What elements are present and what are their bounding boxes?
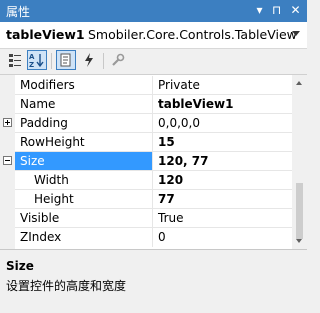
expand-icon[interactable] bbox=[3, 118, 12, 127]
description-pane: Size 设置控件的高度和宽度 bbox=[0, 249, 307, 313]
property-row-rowheight[interactable]: RowHeight 15 bbox=[0, 133, 292, 152]
vertical-scrollbar[interactable] bbox=[292, 75, 307, 249]
property-value[interactable]: 15 bbox=[158, 135, 175, 149]
object-selector[interactable]: tableView1 Smobiler.Core.Controls.TableV… bbox=[0, 22, 307, 49]
property-name: Visible bbox=[20, 211, 60, 225]
property-value[interactable]: 0 bbox=[158, 230, 166, 244]
property-value[interactable]: Private bbox=[158, 78, 200, 92]
events-icon[interactable] bbox=[79, 50, 99, 70]
property-value[interactable]: 120, 77 bbox=[158, 154, 208, 168]
wrench-icon[interactable] bbox=[108, 50, 128, 70]
property-value[interactable]: 0,0,0,0 bbox=[158, 116, 200, 130]
property-name: Padding bbox=[20, 116, 68, 130]
toolbar-separator bbox=[51, 53, 52, 69]
collapse-icon[interactable] bbox=[3, 156, 12, 165]
description-title: Size bbox=[6, 259, 34, 273]
window-title: 属性 bbox=[6, 5, 31, 19]
property-row-modifiers[interactable]: Modifiers Private bbox=[0, 76, 292, 95]
scrollbar-thumb[interactable] bbox=[296, 183, 303, 239]
description-text: 设置控件的高度和宽度 bbox=[6, 279, 127, 293]
object-name: tableView1 bbox=[6, 27, 85, 42]
property-row-name[interactable]: Name tableView1 bbox=[0, 95, 292, 114]
object-type: Smobiler.Core.Controls.TableView bbox=[88, 27, 297, 42]
window-title-bar: 属性 ▾ ⊓ ✕ bbox=[0, 0, 307, 22]
property-value[interactable]: 120 bbox=[158, 173, 183, 187]
property-value[interactable]: True bbox=[158, 211, 184, 225]
chevron-down-icon[interactable] bbox=[292, 31, 300, 36]
property-name: ZIndex bbox=[20, 230, 62, 244]
property-name: Size bbox=[20, 154, 45, 168]
property-row-size[interactable]: Size 120, 77 bbox=[0, 152, 292, 171]
close-icon[interactable]: ✕ bbox=[288, 3, 303, 18]
scroll-down-icon[interactable] bbox=[296, 239, 302, 243]
dropdown-icon[interactable]: ▾ bbox=[252, 3, 267, 18]
alphabetical-icon[interactable]: A Z bbox=[27, 50, 47, 70]
property-row-height[interactable]: Height 77 bbox=[0, 190, 292, 209]
property-name: Modifiers bbox=[20, 78, 75, 92]
property-name: Width bbox=[34, 173, 69, 187]
categorized-icon[interactable] bbox=[5, 50, 25, 70]
property-row-padding[interactable]: Padding 0,0,0,0 bbox=[0, 114, 292, 133]
property-toolbar: A Z bbox=[0, 49, 307, 73]
svg-text:Z: Z bbox=[29, 61, 34, 69]
property-row-width[interactable]: Width 120 bbox=[0, 171, 292, 190]
property-name: Name bbox=[20, 97, 56, 111]
svg-text:A: A bbox=[29, 53, 35, 61]
property-value[interactable]: 77 bbox=[158, 192, 175, 206]
property-row-visible[interactable]: Visible True bbox=[0, 209, 292, 228]
properties-icon[interactable] bbox=[56, 50, 76, 70]
pin-icon[interactable]: ⊓ bbox=[269, 3, 284, 18]
property-grid: Modifiers Private Name tableView1 Paddin… bbox=[0, 74, 307, 249]
property-name: RowHeight bbox=[20, 135, 85, 149]
property-value[interactable]: tableView1 bbox=[158, 97, 233, 111]
property-row-zindex[interactable]: ZIndex 0 bbox=[0, 228, 292, 247]
property-name: Height bbox=[34, 192, 74, 206]
toolbar-separator bbox=[103, 53, 104, 69]
scroll-up-icon[interactable] bbox=[296, 81, 302, 85]
